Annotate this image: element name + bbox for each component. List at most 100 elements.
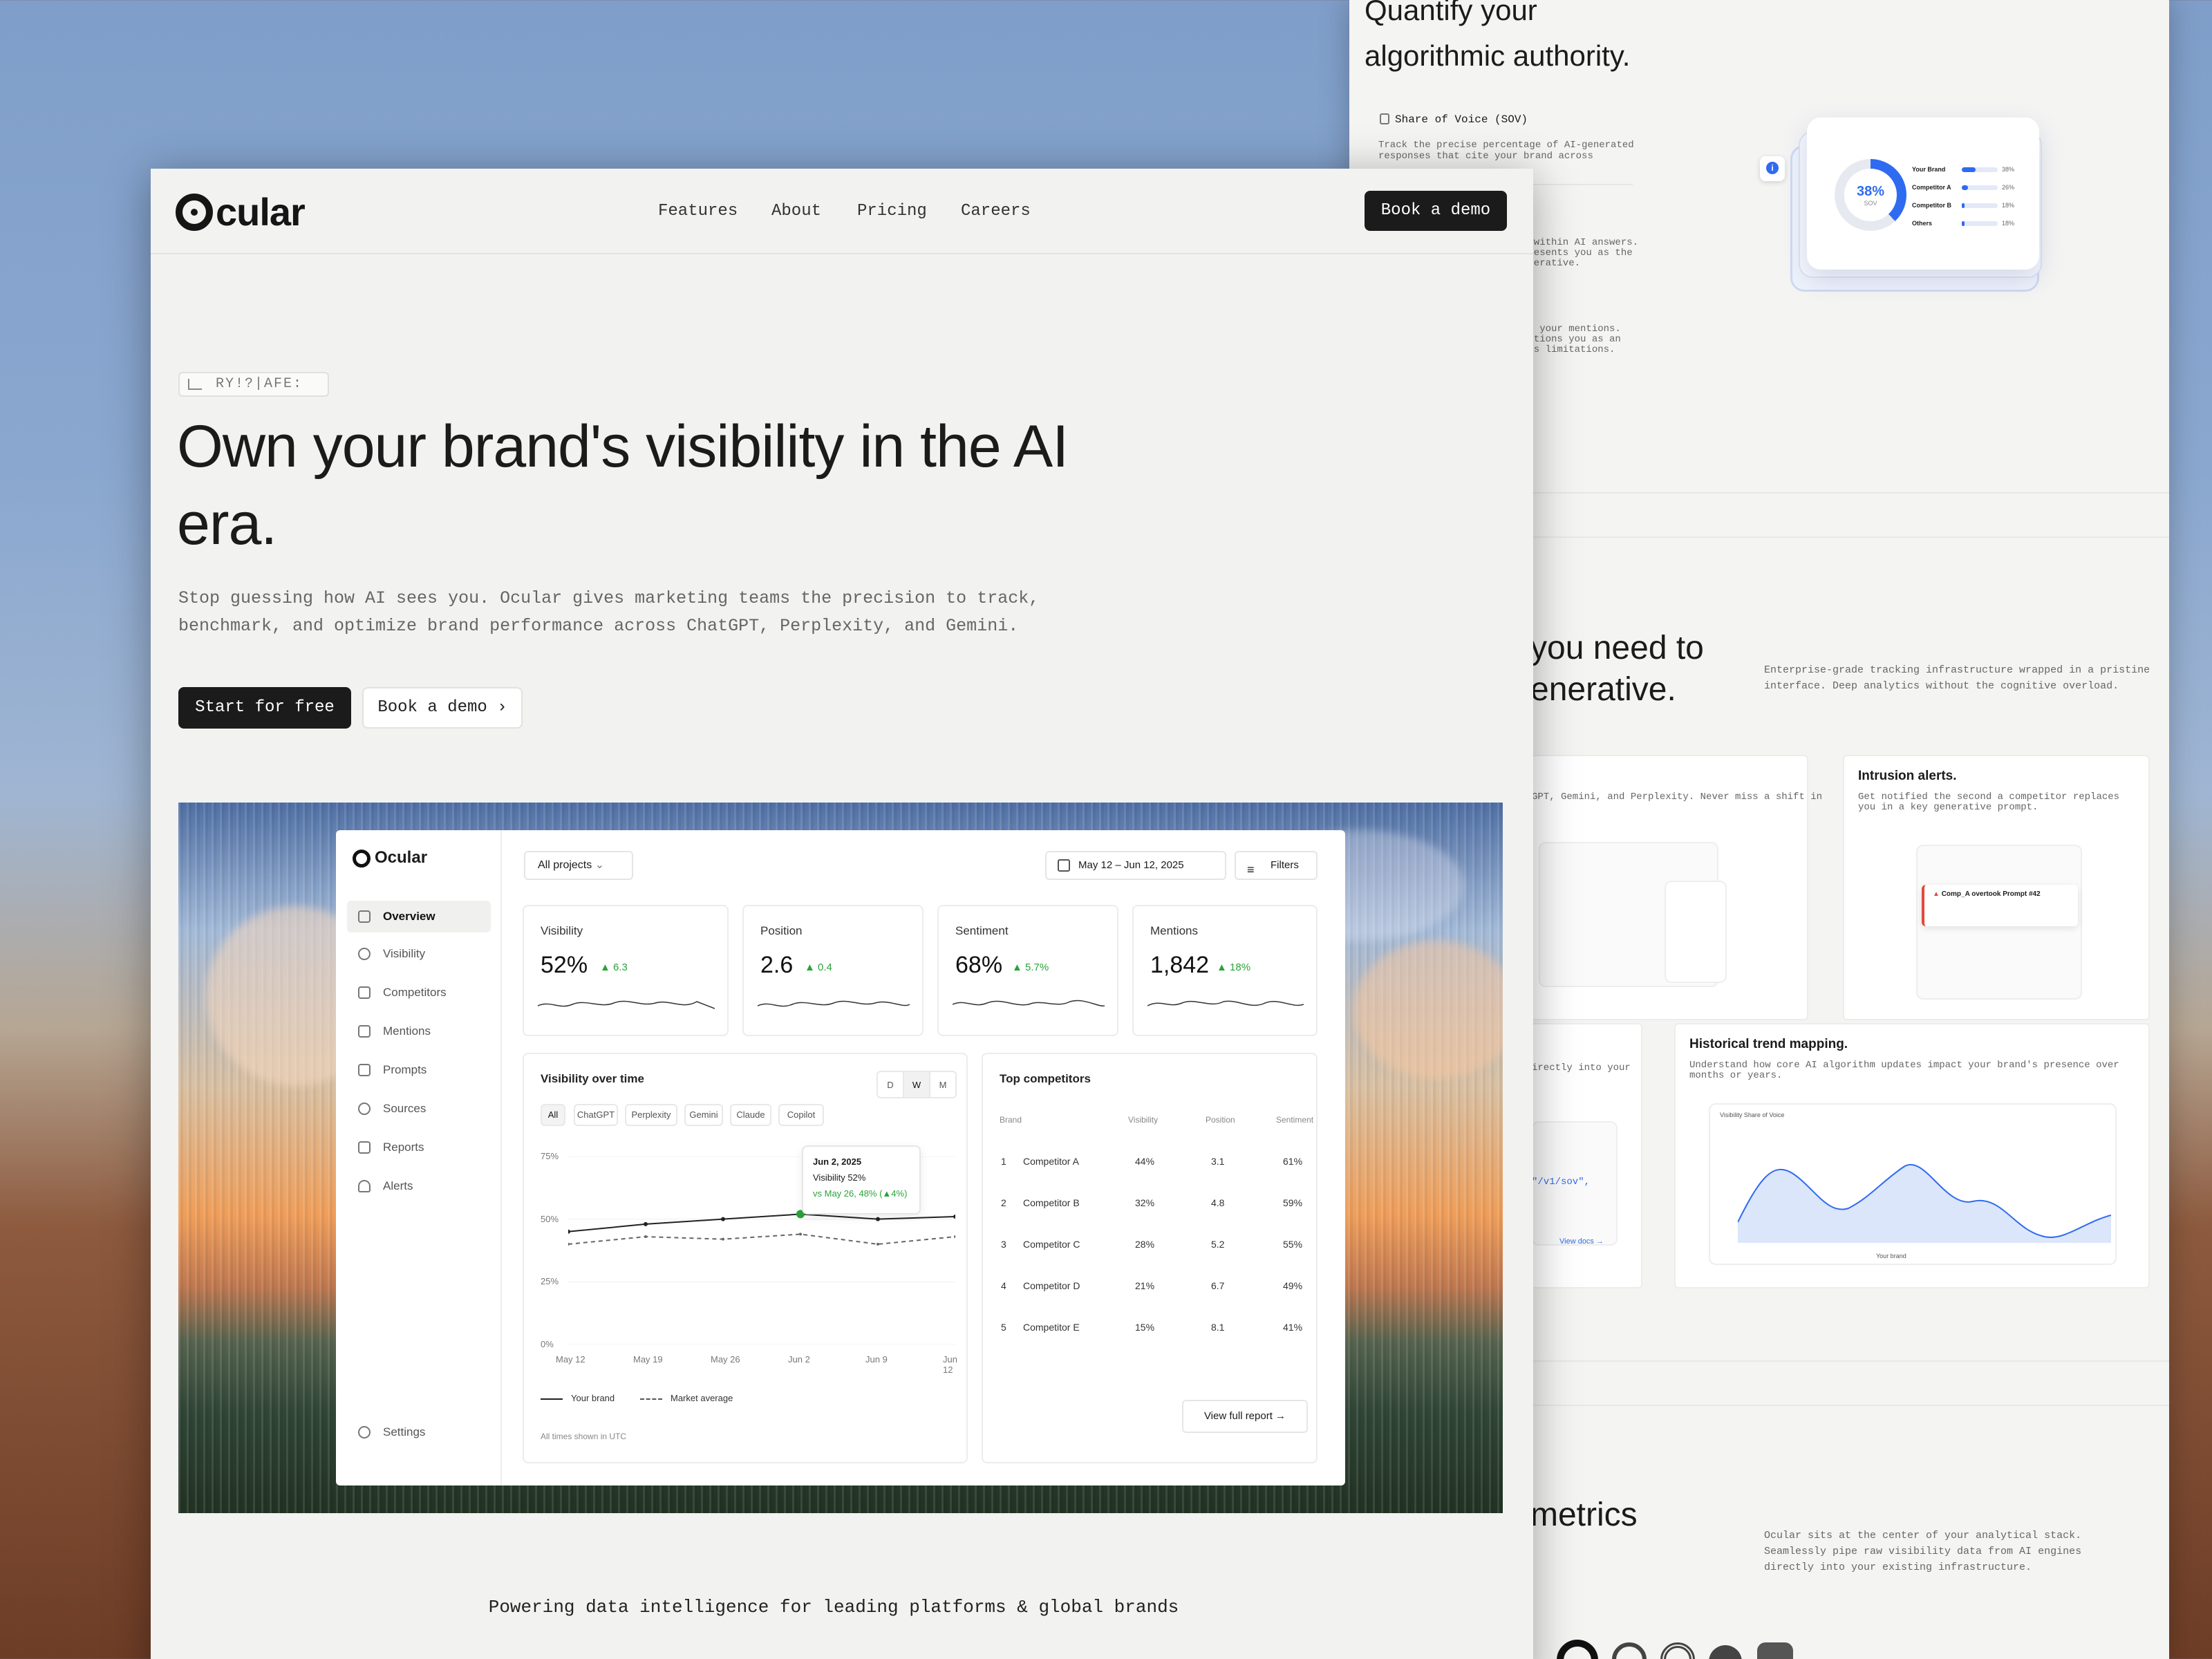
dashboard-sidebar: Ocular Overview Visibility Competitors M… xyxy=(336,830,502,1485)
engine-filter-gemini[interactable]: Gemini xyxy=(684,1104,723,1126)
sidebar-item-sources[interactable]: Sources xyxy=(347,1093,491,1125)
feature-desc-fragment: : of your mentions. sitions you as an rt… xyxy=(1522,314,1621,355)
x-tick-label: May 26 xyxy=(711,1354,740,1365)
filters-button[interactable]: ≡ Filters xyxy=(1235,851,1318,880)
kpi-card: Visibility 52% ▲ 6.3 xyxy=(523,905,729,1036)
feature-panel: GPT, Gemini, and Perplexity. Never miss … xyxy=(1530,755,1822,1020)
panel-desc: irectly into your xyxy=(1532,1062,1631,1074)
engine-filter-perplexity[interactable]: Perplexity xyxy=(625,1104,677,1126)
navbar: cular Features About Pricing Careers Boo… xyxy=(151,169,1533,254)
feature-desc: Track the precise percentage of AI-gener… xyxy=(1378,140,1634,162)
kpi-change: ▲ 0.4 xyxy=(805,962,832,973)
data-point[interactable] xyxy=(877,1242,879,1246)
legend-your-brand: Your brand xyxy=(541,1393,615,1403)
book-demo-secondary-button[interactable]: Book a demo › xyxy=(362,687,523,729)
partner-logo-icon xyxy=(1557,1640,1598,1659)
section-heading: Quantify your algorithmic authority. xyxy=(1365,0,1631,72)
trend-chart-title: Visibility Share of Voice xyxy=(1720,1112,1785,1118)
sidebar-item-competitors[interactable]: Competitors xyxy=(347,977,491,1009)
table-row[interactable]: 1 Competitor A 44% 3.1 61% xyxy=(1000,1151,1324,1192)
message-icon xyxy=(358,1025,371,1038)
nav-link-about[interactable]: About xyxy=(771,202,821,221)
info-badge-icon: i xyxy=(1760,156,1785,181)
sov-percent: 38% xyxy=(1856,184,1885,199)
chart-tooltip: Jun 2, 2025 Visibility 52% vs May 26, 48… xyxy=(802,1145,921,1215)
warning-icon: ▲ xyxy=(1933,890,1940,898)
home-icon xyxy=(358,910,371,923)
partner-logo-icon xyxy=(1709,1645,1742,1659)
legend-market-average: Market average xyxy=(640,1393,733,1403)
table-row[interactable]: 4 Competitor D 21% 6.7 49% xyxy=(1000,1275,1324,1317)
kpi-card: Sentiment 68% ▲ 5.7% xyxy=(937,905,1118,1036)
sov-label: SOV xyxy=(1864,200,1877,207)
logo-ring-icon xyxy=(176,194,213,231)
hero-title: Own your brand's visibility in the AI er… xyxy=(177,413,1069,557)
sidebar-item-settings[interactable]: Settings xyxy=(347,1416,491,1448)
sidebar-item-reports[interactable]: Reports xyxy=(347,1132,491,1163)
sidebar-item-visibility[interactable]: Visibility xyxy=(347,938,491,970)
sidebar-item-alerts[interactable]: Alerts xyxy=(347,1170,491,1202)
data-point[interactable] xyxy=(799,1232,802,1236)
series-line-market-average xyxy=(568,1233,955,1245)
sidebar-item-overview[interactable]: Overview xyxy=(347,901,491,932)
chart-icon xyxy=(188,379,202,390)
section-heading: metrics xyxy=(1530,1497,1638,1533)
segment-day[interactable]: D xyxy=(877,1071,904,1098)
panel-desc: Understand how core AI algorithm updates… xyxy=(1689,1060,2119,1081)
data-point[interactable] xyxy=(568,1229,570,1234)
view-full-report-button[interactable]: View full report → xyxy=(1182,1400,1308,1433)
book-demo-button[interactable]: Book a demo xyxy=(1365,191,1507,231)
panel-desc: GPT, Gemini, and Perplexity. Never miss … xyxy=(1532,791,1823,803)
sidebar-item-mentions[interactable]: Mentions xyxy=(347,1015,491,1047)
segment-week[interactable]: W xyxy=(903,1071,930,1098)
table-row[interactable]: 2 Competitor B 32% 4.8 59% xyxy=(1000,1192,1324,1234)
engine-filter-copilot[interactable]: Copilot xyxy=(778,1104,824,1126)
hero-badge: RY!?|AFE: xyxy=(178,372,329,397)
alert-card: ▲ Comp_A overtook Prompt #42 xyxy=(1922,885,2078,926)
project-select[interactable]: All projects ⌄ xyxy=(524,851,633,880)
data-point[interactable] xyxy=(722,1237,724,1241)
y-tick-label: 25% xyxy=(541,1276,559,1287)
hero-image: Ocular Overview Visibility Competitors M… xyxy=(178,803,1503,1513)
nav-link-features[interactable]: Features xyxy=(658,202,738,221)
partner-logo-icon xyxy=(1660,1642,1695,1659)
chart-footnote: All times shown in UTC xyxy=(541,1432,627,1441)
table-row[interactable]: 3 Competitor C 28% 5.2 55% xyxy=(1000,1234,1324,1275)
segment-month[interactable]: M xyxy=(929,1071,957,1098)
x-tick-label: May 12 xyxy=(556,1354,585,1365)
data-point[interactable] xyxy=(953,1215,955,1219)
partner-logo-icon xyxy=(1757,1642,1793,1659)
sov-row: Your Brand 38% xyxy=(1912,166,2015,173)
data-point[interactable] xyxy=(954,1235,955,1239)
data-point[interactable] xyxy=(644,1221,648,1226)
nav-link-careers[interactable]: Careers xyxy=(961,202,1031,221)
feature-desc-fragment: t within AI answers. presents you as the… xyxy=(1522,237,1639,269)
chevron-down-icon: ⌄ xyxy=(594,859,605,871)
grid-icon xyxy=(358,986,371,999)
docs-link[interactable]: View docs → xyxy=(1559,1237,1604,1246)
kpi-change: ▲ 5.7% xyxy=(1012,962,1049,973)
x-tick-label: May 19 xyxy=(633,1354,663,1365)
powered-by-text: Powering data intelligence for leading p… xyxy=(488,1597,1179,1618)
sov-row: Others 18% xyxy=(1912,220,2015,227)
table-row[interactable]: 5 Competitor E 15% 8.1 41% xyxy=(1000,1317,1324,1358)
feature-title: Share of Voice (SOV) xyxy=(1395,113,1528,126)
sov-donut: 38% SOV xyxy=(1835,159,1906,231)
trend-chart: Visibility Share of Voice Your brand xyxy=(1709,1103,2117,1265)
data-point[interactable] xyxy=(568,1242,570,1246)
front-page: cular Features About Pricing Careers Boo… xyxy=(151,169,1533,1659)
data-point[interactable] xyxy=(644,1235,647,1239)
data-point[interactable] xyxy=(876,1217,880,1221)
data-point[interactable] xyxy=(721,1217,725,1221)
engine-filter-chatgpt[interactable]: ChatGPT xyxy=(574,1104,618,1126)
chart-title: Visibility over time xyxy=(541,1072,644,1085)
kpi-change: ▲ 18% xyxy=(1217,962,1251,973)
engine-filter-all[interactable]: All xyxy=(541,1104,565,1126)
engine-filter-claude[interactable]: Claude xyxy=(730,1104,771,1126)
kpi-value: 2.6 xyxy=(760,952,794,978)
sidebar-item-prompts[interactable]: Prompts xyxy=(347,1054,491,1086)
kpi-value: 52% xyxy=(541,952,588,978)
date-range-picker[interactable]: May 12 – Jun 12, 2025 xyxy=(1045,851,1226,880)
nav-link-pricing[interactable]: Pricing xyxy=(857,202,927,221)
start-free-button[interactable]: Start for free xyxy=(178,687,351,729)
